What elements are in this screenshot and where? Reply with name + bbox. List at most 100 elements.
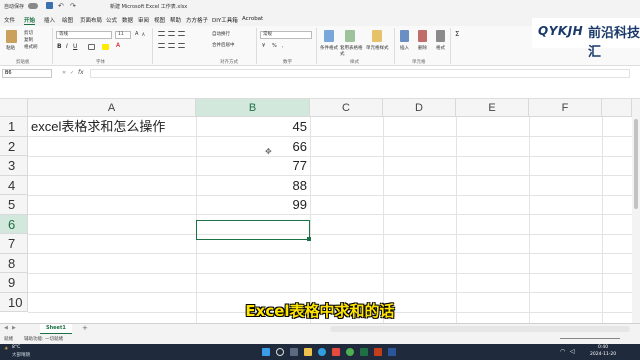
file-explorer-icon[interactable] xyxy=(304,348,312,356)
row-header-2[interactable]: 2 xyxy=(0,136,28,156)
cell-b3[interactable]: 77 xyxy=(196,156,310,176)
font-color-icon[interactable]: A xyxy=(116,42,120,49)
underline-icon[interactable]: U xyxy=(73,43,77,50)
column-header-c[interactable]: C xyxy=(310,99,383,117)
format-cells-icon[interactable] xyxy=(436,30,445,42)
tab-draw[interactable]: 绘图 xyxy=(62,16,73,24)
align-bottom-icon[interactable] xyxy=(178,31,185,36)
formula-input[interactable] xyxy=(90,69,630,78)
tab-data[interactable]: 数据 xyxy=(122,16,133,24)
undo-icon[interactable]: ↶ xyxy=(58,2,64,10)
delete-cells-icon[interactable] xyxy=(418,30,427,42)
chrome-icon[interactable] xyxy=(346,348,354,356)
search-icon[interactable] xyxy=(276,348,284,356)
shrink-font-icon[interactable]: A xyxy=(142,32,145,37)
currency-icon[interactable]: ¥ xyxy=(262,43,265,49)
align-left-icon[interactable] xyxy=(158,43,165,48)
borders-icon[interactable] xyxy=(88,44,95,50)
horizontal-scrollbar[interactable] xyxy=(330,326,630,332)
column-header-e[interactable]: E xyxy=(456,99,529,117)
row-header-1[interactable]: 1 xyxy=(0,117,28,137)
column-header-d[interactable]: D xyxy=(383,99,456,117)
delete-cells-button[interactable]: 删除 xyxy=(418,45,427,51)
column-header-b[interactable]: B xyxy=(196,99,310,117)
align-middle-icon[interactable] xyxy=(168,31,175,36)
font-name-dropdown[interactable]: 等线 xyxy=(56,31,112,39)
fill-color-icon[interactable] xyxy=(102,44,109,50)
add-sheet-icon[interactable]: + xyxy=(82,324,88,332)
wifi-icon[interactable]: ◠ xyxy=(560,348,565,355)
row-header-4[interactable]: 4 xyxy=(0,175,28,195)
column-header-a[interactable]: A xyxy=(28,99,196,117)
cell-b1[interactable]: 45 xyxy=(196,117,310,137)
autosum-icon[interactable]: Σ xyxy=(455,30,459,38)
column-header-g[interactable] xyxy=(602,99,632,117)
merge-center-button[interactable]: 合并后居中 xyxy=(212,42,235,48)
weather-desc[interactable]: 大部晴朗 xyxy=(12,352,30,358)
fill-handle[interactable] xyxy=(307,237,311,241)
autosave-toggle[interactable] xyxy=(28,3,38,9)
tab-help[interactable]: 帮助 xyxy=(170,16,181,24)
tab-insert[interactable]: 插入 xyxy=(44,16,55,24)
table-format-icon[interactable] xyxy=(345,30,355,42)
confirm-entry-icon[interactable]: ✓ xyxy=(70,70,74,76)
tab-review[interactable]: 审阅 xyxy=(138,16,149,24)
name-box[interactable]: B6 xyxy=(2,69,52,78)
table-format-button[interactable]: 套用表格格式 xyxy=(340,45,364,57)
tab-page-layout[interactable]: 页面布局 xyxy=(80,16,102,24)
fx-icon[interactable]: fx xyxy=(78,69,84,76)
tab-file[interactable]: 文件 xyxy=(4,16,15,24)
edge-icon[interactable] xyxy=(318,348,326,356)
volume-icon[interactable]: ◁ xyxy=(570,348,575,355)
italic-icon[interactable]: I xyxy=(66,43,68,50)
format-painter-button[interactable]: 格式刷 xyxy=(24,44,38,50)
row-header-10[interactable]: 10 xyxy=(0,292,28,312)
tab-diy-toolbox[interactable]: DIY工具箱 xyxy=(212,16,238,24)
cell-b5[interactable]: 99 xyxy=(196,195,310,215)
column-header-f[interactable]: F xyxy=(529,99,602,117)
clock-date[interactable]: 2024-11-20 xyxy=(590,352,616,357)
tab-home[interactable]: 开始 xyxy=(24,16,36,25)
font-size-dropdown[interactable]: 11 xyxy=(115,31,131,39)
sheet-tab-sheet1[interactable]: Sheet1 xyxy=(40,324,72,334)
word-icon[interactable] xyxy=(388,348,396,356)
row-header-9[interactable]: 9 xyxy=(0,273,28,293)
number-format-dropdown[interactable]: 常规 xyxy=(260,31,312,39)
cut-button[interactable]: 剪切 xyxy=(24,30,33,36)
bold-icon[interactable]: B xyxy=(57,43,62,50)
prev-sheet-icon[interactable]: ◀ xyxy=(4,325,8,331)
zoom-slider[interactable] xyxy=(560,338,620,339)
tab-fangfangegezi[interactable]: 方方格子 xyxy=(186,16,208,24)
powerpoint-icon[interactable] xyxy=(374,348,382,356)
scrollbar-thumb[interactable] xyxy=(634,119,638,209)
row-header-8[interactable]: 8 xyxy=(0,253,28,273)
copy-button[interactable]: 复制 xyxy=(24,37,33,43)
weather-temp[interactable]: 8°C xyxy=(12,345,20,350)
percent-icon[interactable]: % xyxy=(272,43,277,49)
wrap-text-button[interactable]: 自动换行 xyxy=(212,31,230,37)
row-header-6[interactable]: 6 xyxy=(0,214,28,234)
status-accessibility[interactable]: 辅助功能: 一切就绪 xyxy=(24,336,63,342)
row-header-3[interactable]: 3 xyxy=(0,156,28,176)
cell-b4[interactable]: 88 xyxy=(196,176,310,196)
tab-view[interactable]: 视图 xyxy=(154,16,165,24)
format-cells-button[interactable]: 格式 xyxy=(436,45,445,51)
windows-start-icon[interactable] xyxy=(262,348,270,356)
tab-acrobat[interactable]: Acrobat xyxy=(242,16,263,22)
task-view-icon[interactable] xyxy=(290,348,298,356)
insert-cells-icon[interactable] xyxy=(400,30,409,42)
conditional-format-button[interactable]: 条件格式 xyxy=(320,45,338,51)
save-icon[interactable] xyxy=(46,2,53,9)
cancel-entry-icon[interactable]: ✕ xyxy=(62,70,66,76)
row-header-7[interactable]: 7 xyxy=(0,234,28,254)
clock-time[interactable]: 0:40 xyxy=(598,345,608,350)
excel-icon[interactable] xyxy=(360,348,368,356)
app-icon[interactable] xyxy=(332,348,340,356)
align-center-icon[interactable] xyxy=(168,43,175,48)
insert-cells-button[interactable]: 插入 xyxy=(400,45,409,51)
cell-style-button[interactable]: 单元格样式 xyxy=(366,45,389,51)
selected-cell-b6[interactable] xyxy=(196,220,310,240)
grow-font-icon[interactable]: A xyxy=(135,31,138,37)
align-top-icon[interactable] xyxy=(158,31,165,36)
row-header-5[interactable]: 5 xyxy=(0,195,28,215)
